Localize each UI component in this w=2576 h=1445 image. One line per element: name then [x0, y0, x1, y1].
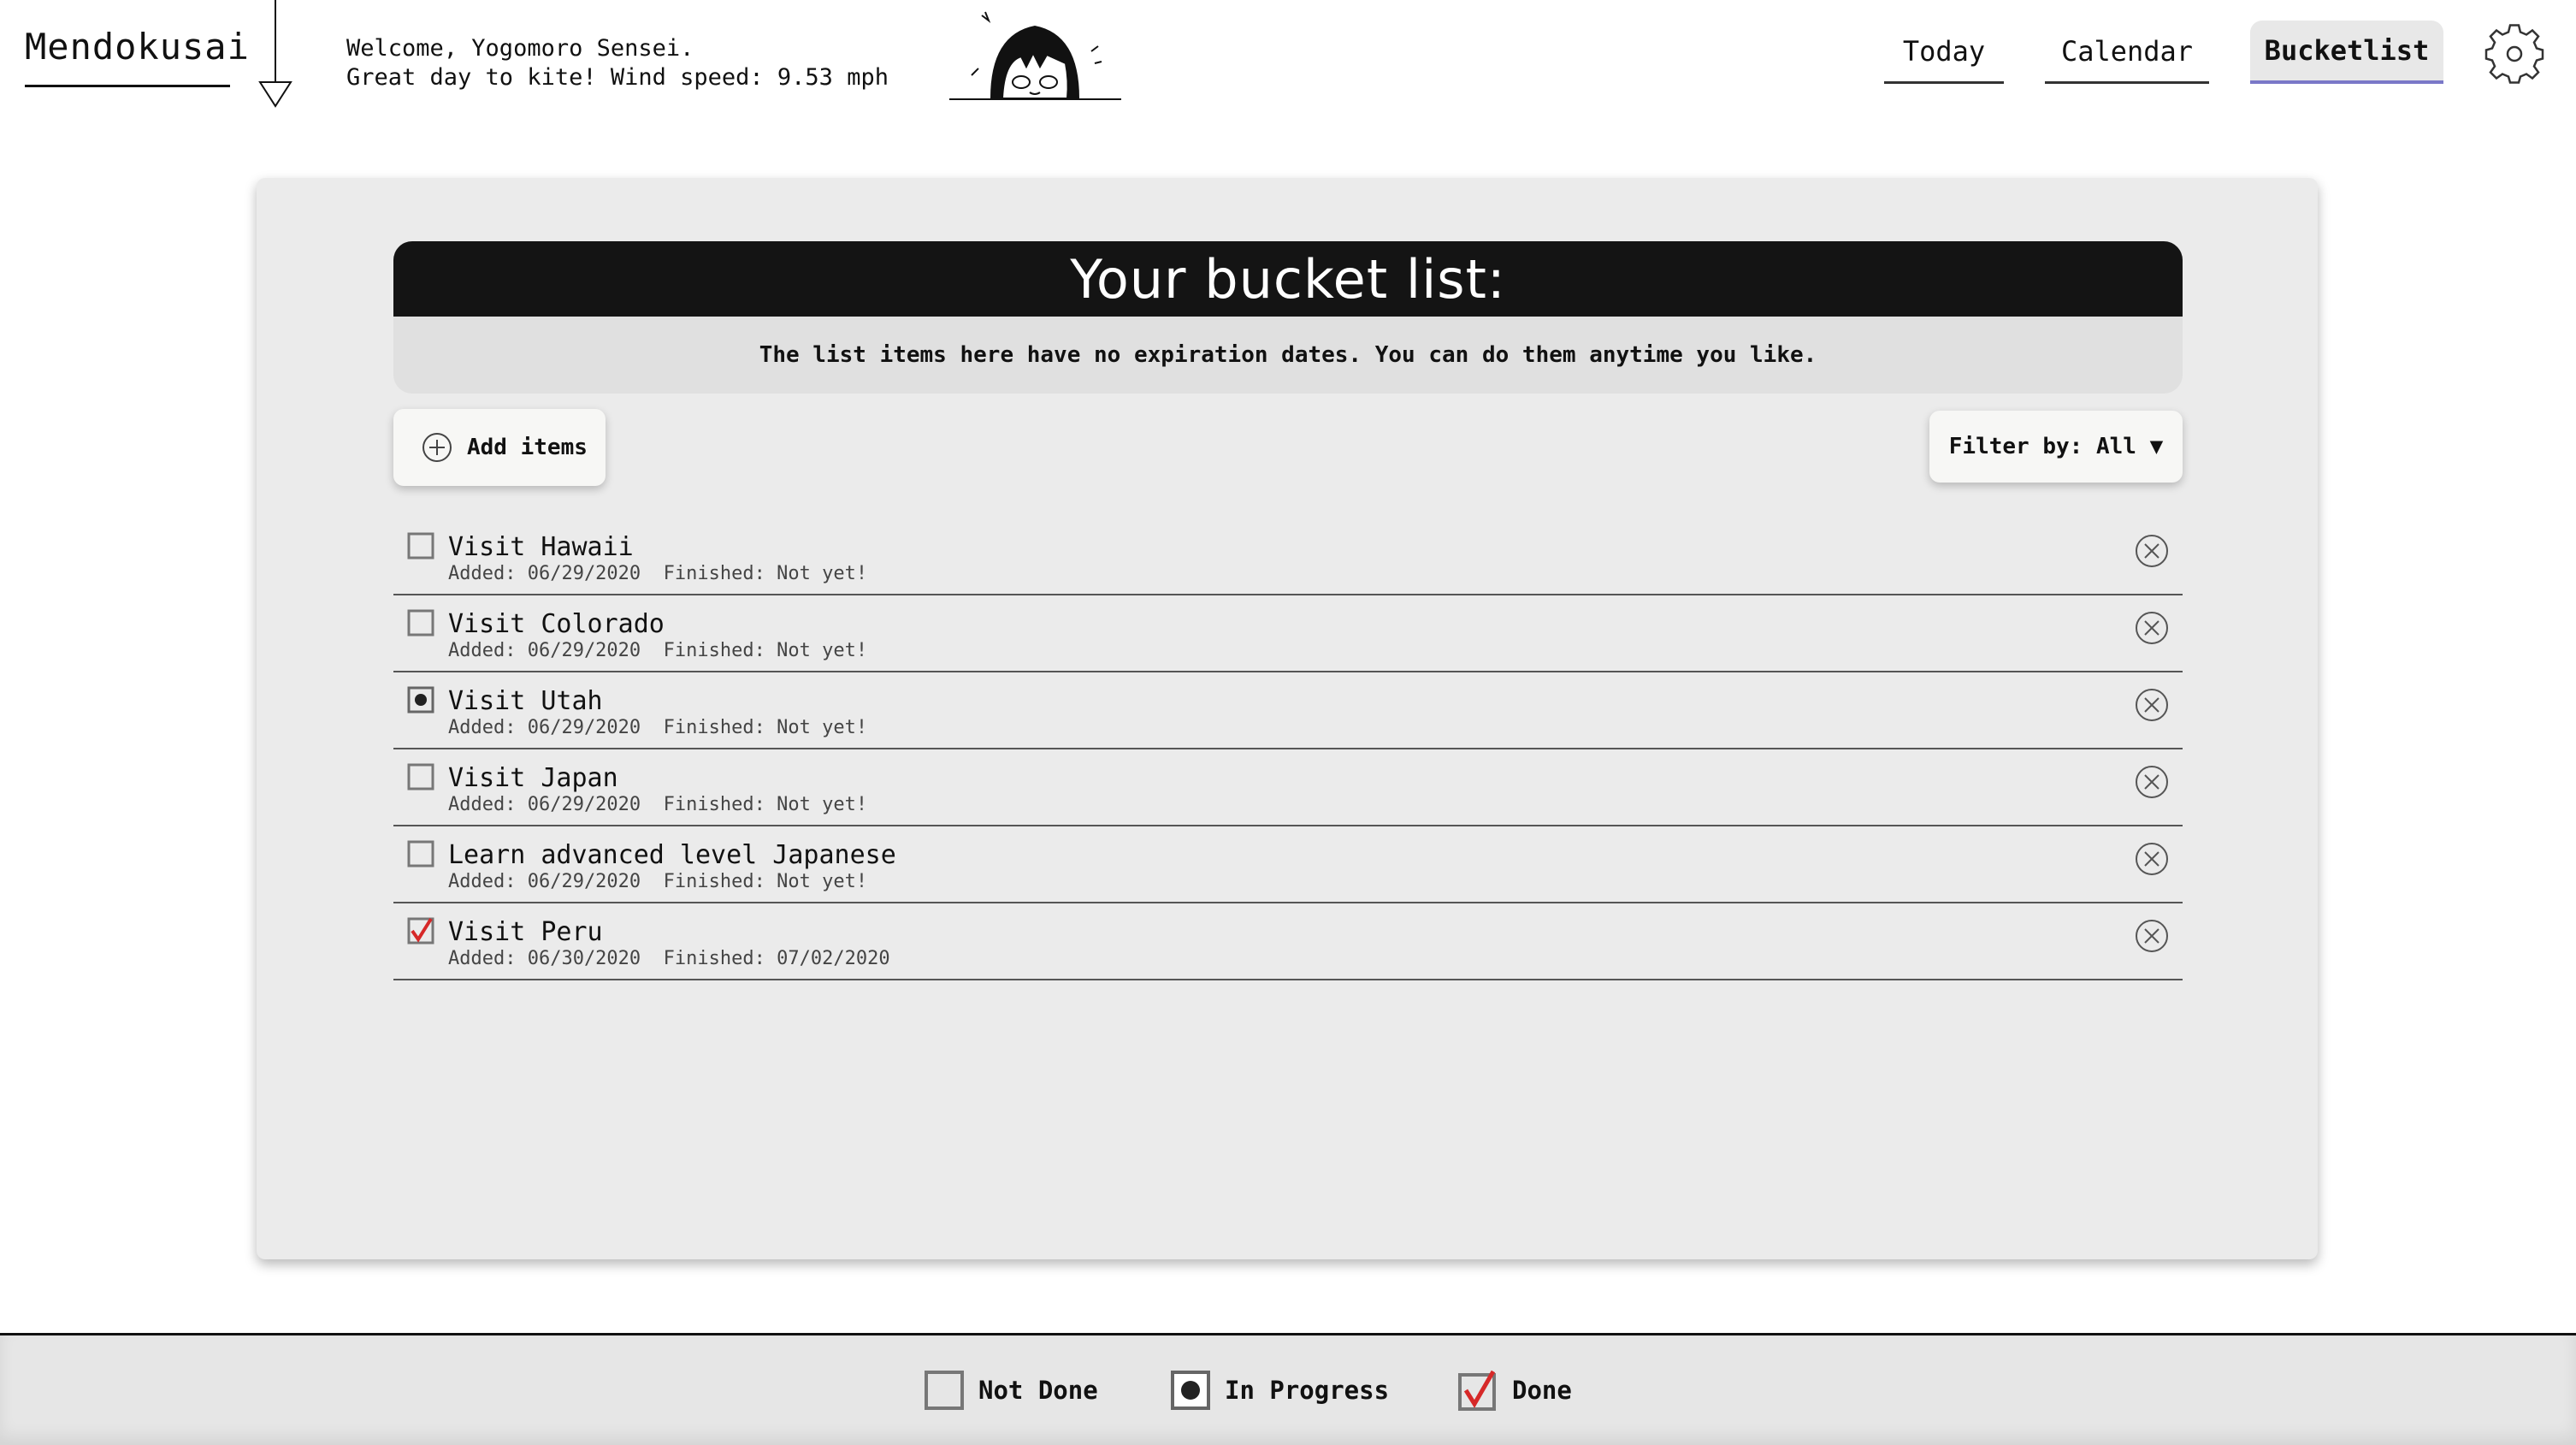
- item-title: Visit Japan: [448, 763, 618, 793]
- legend-done-label: Done: [1512, 1376, 1572, 1405]
- add-items-button[interactable]: Add items: [393, 409, 606, 486]
- add-items-label: Add items: [467, 435, 588, 460]
- gear-icon[interactable]: [2484, 24, 2544, 84]
- close-circle-icon[interactable]: [2135, 842, 2169, 876]
- item-title: Visit Colorado: [448, 609, 665, 639]
- list-item: Visit Colorado Added: 06/29/2020 Finishe…: [393, 595, 2183, 672]
- list-item: Visit Japan Added: 06/29/2020 Finished: …: [393, 749, 2183, 826]
- status-legend: Not Done In Progress Done: [0, 1333, 2576, 1445]
- close-circle-icon[interactable]: [2135, 688, 2169, 722]
- item-added: Added: 06/29/2020: [448, 871, 641, 892]
- close-circle-icon[interactable]: [2135, 919, 2169, 953]
- list-item: Visit Hawaii Added: 06/29/2020 Finished:…: [393, 518, 2183, 595]
- list-item: Visit Utah Added: 06/29/2020 Finished: N…: [393, 672, 2183, 749]
- plus-circle-icon: [422, 433, 452, 462]
- checkbox-in-progress-icon[interactable]: [407, 686, 434, 714]
- item-finished: Finished: Not yet!: [663, 794, 868, 815]
- legend-done: Done: [1457, 1370, 1572, 1411]
- weather-status: Great day to kite! Wind speed: 9.53 mph: [346, 64, 889, 91]
- bucketlist-title: Your bucket list:: [393, 241, 2183, 317]
- item-finished: Finished: Not yet!: [663, 871, 868, 892]
- item-meta: Added: 06/30/2020 Finished: 07/02/2020: [448, 948, 890, 969]
- item-title: Visit Peru: [448, 917, 603, 947]
- item-meta: Added: 06/29/2020 Finished: Not yet!: [448, 794, 867, 815]
- welcome-message: Welcome, Yogomoro Sensei. Great day to k…: [346, 34, 889, 92]
- list-item: Visit Peru Added: 06/30/2020 Finished: 0…: [393, 903, 2183, 980]
- item-meta: Added: 06/29/2020 Finished: Not yet!: [448, 717, 867, 738]
- bucketlist-description: The list items here have no expiration d…: [759, 342, 1817, 368]
- bucketlist-items: Visit Hawaii Added: 06/29/2020 Finished:…: [393, 518, 2183, 980]
- tab-bucketlist[interactable]: Bucketlist: [2250, 21, 2443, 84]
- item-added: Added: 06/29/2020: [448, 794, 641, 815]
- checkbox-done-icon: [1458, 1370, 1496, 1411]
- item-added: Added: 06/29/2020: [448, 563, 641, 584]
- checkbox-not-done-icon[interactable]: [407, 532, 434, 560]
- legend-in-progress: In Progress: [1170, 1370, 1389, 1411]
- checkbox-not-done-icon[interactable]: [407, 609, 434, 637]
- item-added: Added: 06/30/2020: [448, 948, 641, 969]
- legend-not-done-label: Not Done: [978, 1376, 1098, 1405]
- filter-dropdown[interactable]: Filter by: All ▼: [1929, 411, 2183, 483]
- item-title: Visit Utah: [448, 686, 603, 716]
- item-title: Visit Hawaii: [448, 532, 634, 562]
- checkbox-in-progress-icon: [1171, 1371, 1210, 1410]
- item-finished: Finished: Not yet!: [663, 717, 868, 738]
- tab-calendar[interactable]: Calendar: [2045, 21, 2209, 84]
- checkbox-done-icon[interactable]: [407, 917, 434, 945]
- item-added: Added: 06/29/2020: [448, 640, 641, 661]
- list-item: Learn advanced level Japanese Added: 06/…: [393, 826, 2183, 903]
- bucketlist-panel: Your bucket list: The list items here ha…: [257, 178, 2318, 1259]
- close-circle-icon[interactable]: [2135, 534, 2169, 568]
- item-meta: Added: 06/29/2020 Finished: Not yet!: [448, 640, 867, 661]
- item-title: Learn advanced level Japanese: [448, 840, 896, 870]
- legend-in-progress-label: In Progress: [1225, 1376, 1390, 1405]
- item-finished: Finished: Not yet!: [663, 563, 868, 584]
- tab-today[interactable]: Today: [1884, 21, 2004, 84]
- app-logo[interactable]: Mendokusai: [25, 26, 249, 87]
- welcome-greeting: Welcome, Yogomoro Sensei.: [346, 35, 694, 62]
- item-finished: Finished: 07/02/2020: [663, 948, 890, 969]
- legend-not-done: Not Done: [924, 1370, 1098, 1411]
- close-circle-icon[interactable]: [2135, 765, 2169, 799]
- checkbox-not-done-icon[interactable]: [407, 840, 434, 868]
- item-finished: Finished: Not yet!: [663, 640, 868, 661]
- checkbox-not-done-icon: [925, 1371, 964, 1410]
- item-meta: Added: 06/29/2020 Finished: Not yet!: [448, 871, 867, 892]
- mascot-icon: [949, 11, 1121, 100]
- bucketlist-header: Your bucket list: The list items here ha…: [393, 241, 2183, 394]
- item-added: Added: 06/29/2020: [448, 717, 641, 738]
- item-meta: Added: 06/29/2020 Finished: Not yet!: [448, 563, 867, 584]
- close-circle-icon[interactable]: [2135, 611, 2169, 645]
- checkbox-not-done-icon[interactable]: [407, 763, 434, 791]
- arrow-down-icon: [258, 0, 292, 108]
